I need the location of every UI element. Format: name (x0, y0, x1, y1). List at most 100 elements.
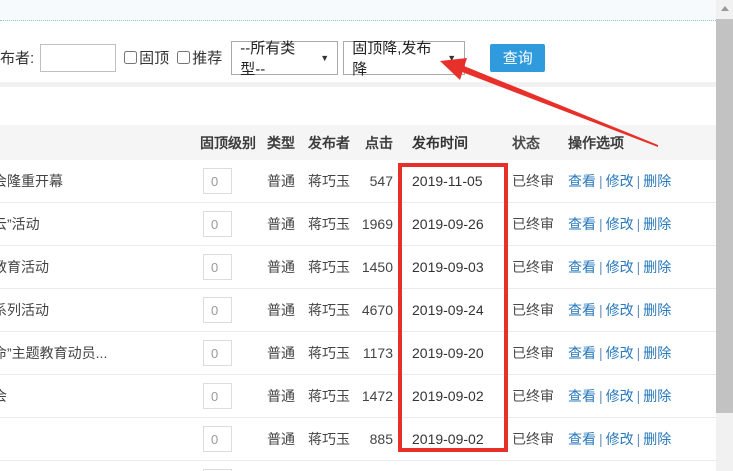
pin-level-input[interactable] (203, 297, 232, 323)
delete-link[interactable]: 删除 (643, 388, 671, 404)
status-badge: 已终审 (512, 259, 554, 275)
article-title[interactable]: 会 (0, 386, 200, 406)
publish-time-cell: 2019-09-02 (412, 431, 484, 447)
article-title[interactable] (0, 431, 200, 447)
table-body: 会隆重开幕 普通 蒋巧玉 547 2019-11-05 已终审 查看|修改|删除… (0, 160, 716, 471)
recommended-checkbox[interactable] (177, 51, 191, 64)
clicks-cell: 1969 (361, 216, 393, 232)
scrollbar[interactable] (716, 0, 733, 471)
edit-link[interactable]: 修改 (606, 302, 634, 318)
edit-link[interactable]: 修改 (606, 173, 634, 189)
pin-level-input[interactable] (203, 168, 232, 194)
publisher-input[interactable] (40, 43, 117, 72)
header-publish-time: 发布时间 (412, 134, 468, 151)
delete-link[interactable]: 删除 (643, 345, 671, 361)
scrollbar-thumb[interactable] (716, 19, 733, 413)
table-row: 普通 蒋巧玉 885 2019-09-02 已终审 查看|修改|删除 (0, 418, 716, 461)
publisher-cell: 蒋巧玉 (308, 259, 350, 275)
pinned-checkbox-label: 固顶 (139, 50, 170, 67)
pin-level-input[interactable] (203, 383, 232, 409)
view-link[interactable]: 查看 (568, 345, 596, 361)
order-select-value: 固顶降,发布降 (352, 39, 432, 78)
publisher-cell: 蒋巧玉 (308, 431, 350, 447)
type-cell: 普通 (267, 431, 295, 447)
publish-time-cell: 2019-09-03 (412, 259, 484, 275)
status-badge: 已终审 (512, 173, 554, 189)
pin-level-input[interactable] (203, 340, 232, 366)
header-status: 状态 (512, 134, 540, 151)
type-cell: 普通 (267, 302, 295, 318)
order-select[interactable]: 固顶降,发布降 ▼ (343, 40, 466, 78)
clicks-cell: 547 (369, 173, 393, 189)
view-link[interactable]: 查看 (568, 216, 596, 232)
separator: | (599, 173, 603, 189)
pin-level-cell (200, 168, 262, 194)
article-title[interactable]: 系列活动 (0, 300, 200, 320)
article-title[interactable]: 教育活动 (0, 257, 200, 277)
type-cell: 普通 (267, 345, 295, 361)
separator: | (636, 173, 641, 189)
table-row: 查看|修改|删除 (0, 461, 716, 471)
separator: | (599, 431, 603, 447)
delete-link[interactable]: 删除 (643, 302, 671, 318)
pin-level-cell (200, 254, 262, 280)
articles-table: 固顶级别 类型 发布者 点击 发布时间 状态 操作选项 会隆重开幕 普通 蒋巧玉… (0, 125, 716, 471)
edit-link[interactable]: 修改 (606, 431, 634, 447)
publisher-cell: 蒋巧玉 (308, 345, 350, 361)
article-title[interactable]: 会隆重开幕 (0, 171, 200, 191)
header-publisher: 发布者 (308, 134, 350, 151)
section-divider (0, 82, 716, 87)
delete-link[interactable]: 删除 (643, 431, 671, 447)
clicks-cell: 1450 (361, 259, 393, 275)
pin-level-input[interactable] (203, 426, 232, 452)
separator: | (599, 302, 603, 318)
delete-link[interactable]: 删除 (643, 216, 671, 232)
header-type: 类型 (267, 134, 295, 151)
page: 布者: 固顶 推荐 --所有类型-- ▼ 固顶降,发布降 ▼ 查询 固顶级别 类… (0, 0, 733, 471)
view-link[interactable]: 查看 (568, 388, 596, 404)
view-link[interactable]: 查看 (568, 259, 596, 275)
pin-level-input[interactable] (203, 254, 232, 280)
separator: | (599, 388, 603, 404)
scroll-up-icon (720, 6, 729, 11)
type-select[interactable]: --所有类型-- ▼ (231, 40, 339, 78)
publish-time-cell: 2019-09-24 (412, 302, 484, 318)
publish-time-cell: 2019-09-20 (412, 345, 484, 361)
edit-link[interactable]: 修改 (606, 216, 634, 232)
edit-link[interactable]: 修改 (606, 345, 634, 361)
edit-link[interactable]: 修改 (606, 388, 634, 404)
search-button[interactable]: 查询 (490, 43, 546, 72)
view-link[interactable]: 查看 (568, 431, 596, 447)
table-row: 系列活动 普通 蒋巧玉 4670 2019-09-24 已终审 查看|修改|删除 (0, 289, 716, 332)
delete-link[interactable]: 删除 (643, 173, 671, 189)
separator: | (636, 345, 641, 361)
pin-level-cell (200, 211, 262, 237)
chevron-down-icon: ▼ (320, 52, 330, 63)
operations-cell: 查看 | 修改 | 删除 (561, 343, 716, 363)
article-title[interactable]: 命”主题教育动员... (0, 343, 200, 363)
separator: | (636, 302, 641, 318)
pin-level-cell (200, 426, 262, 452)
operations-cell: 查看 | 修改 | 删除 (561, 257, 716, 277)
operations-cell: 查看 | 修改 | 删除 (561, 171, 716, 191)
separator: | (599, 259, 603, 275)
separator: | (636, 259, 641, 275)
type-cell: 普通 (267, 259, 295, 275)
scroll-up-button[interactable] (716, 0, 733, 17)
status-badge: 已终审 (512, 302, 554, 318)
separator: | (636, 431, 641, 447)
table-row: 教育活动 普通 蒋巧玉 1450 2019-09-03 已终审 查看|修改|删除 (0, 246, 716, 289)
table-row: 会隆重开幕 普通 蒋巧玉 547 2019-11-05 已终审 查看|修改|删除 (0, 160, 716, 203)
view-link[interactable]: 查看 (568, 302, 596, 318)
pinned-checkbox[interactable] (124, 51, 138, 64)
delete-link[interactable]: 删除 (643, 259, 671, 275)
edit-link[interactable]: 修改 (606, 259, 634, 275)
pin-level-input[interactable] (203, 211, 232, 237)
recommended-checkbox-label: 推荐 (192, 50, 223, 67)
separator: | (636, 388, 641, 404)
view-link[interactable]: 查看 (568, 173, 596, 189)
article-title[interactable]: 云”活动 (0, 214, 200, 234)
publish-time-cell: 2019-09-02 (412, 388, 484, 404)
chevron-down-icon: ▼ (447, 52, 457, 63)
status-badge: 已终审 (512, 216, 554, 232)
